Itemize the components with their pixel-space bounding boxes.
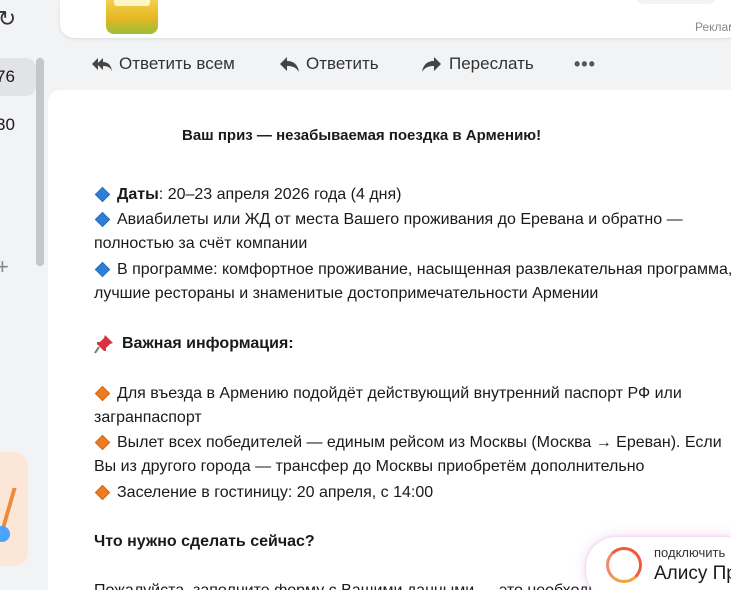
blue-diamond-icon [94, 211, 111, 228]
reply-icon [280, 57, 299, 72]
forward-button[interactable]: Переслать [421, 52, 534, 76]
ad-button[interactable] [636, 0, 716, 4]
folder-unread-count[interactable]: 76 [0, 58, 36, 96]
list-item-continuation: Вы из другого города — трансфер до Москв… [94, 458, 645, 475]
orange-diamond-icon [94, 385, 111, 402]
list-item: Вылет всех победителей — единым рейсом и… [94, 433, 722, 453]
message-toolbar: Ответить всем Ответить Переслать ••• [48, 40, 731, 88]
plus-icon[interactable]: + [0, 252, 9, 282]
list-item: В программе: комфортное проживание, насы… [94, 260, 731, 280]
list-item-continuation: полностью за счёт компании [94, 235, 308, 252]
message-title: Ваш приз — незабываемая поездка в Армени… [182, 127, 542, 144]
alice-pro-widget[interactable]: подключить Алису Про [586, 537, 731, 590]
folder-unread-count[interactable]: 30 [0, 106, 36, 144]
ad-product-image [106, 0, 158, 34]
sidebar-scrollbar[interactable] [36, 58, 44, 266]
promo-dot [0, 526, 10, 542]
reply-all-label: Ответить всем [119, 54, 235, 73]
forward-label: Переслать [449, 54, 534, 73]
ad-product-label-graphic [114, 0, 150, 6]
list-item: Даты: 20–23 апреля 2026 года (4 дня) [94, 185, 401, 205]
reply-all-icon [92, 58, 112, 71]
list-item: Заселение в гостиницу: 20 апреля, с 14:0… [94, 483, 433, 503]
tickets-text: Авиабилеты или ЖД от места Вашего прожив… [117, 211, 683, 228]
list-item: Для въезда в Армению подойдёт действующи… [94, 384, 682, 404]
reply-all-button[interactable]: Ответить всем [91, 52, 235, 76]
list-item-continuation: загранпаспорт [94, 409, 202, 426]
todo-heading: Что нужно сделать сейчас? [94, 533, 315, 550]
body-text-cut: Пожалуйста, заполните форму с Вашими дан… [94, 581, 617, 590]
entry-text: Для въезда в Армению подойдёт действующи… [117, 385, 682, 402]
blue-diamond-icon [94, 261, 111, 278]
checkin-text: Заселение в гостиницу: 20 апреля, с 14:0… [117, 484, 434, 501]
reply-button[interactable]: Ответить [278, 52, 379, 76]
ad-banner[interactable]: Реклама [60, 0, 731, 38]
alice-logo-icon [606, 547, 642, 583]
important-heading: Важная информация: [122, 335, 294, 353]
pushpin-icon [94, 335, 113, 354]
alice-name: Алису Про [654, 563, 731, 584]
ad-label: Реклама [695, 20, 731, 34]
forward-icon [422, 57, 441, 72]
flight-text: Вылет всех победителей — единым рейсом и… [117, 434, 722, 451]
refresh-icon[interactable]: ↻ [0, 4, 20, 34]
left-sidebar: ↻ 76 30 + [0, 0, 48, 590]
sidebar-promo-card[interactable] [0, 452, 28, 566]
orange-diamond-icon [94, 484, 111, 501]
message-body: Ваш приз — незабываемая поездка в Армени… [48, 90, 731, 590]
dates-label: Даты [117, 186, 159, 203]
list-item: Авиабилеты или ЖД от места Вашего прожив… [94, 210, 683, 230]
orange-diamond-icon [94, 434, 111, 451]
dates-value: : 20–23 апреля 2026 года (4 дня) [158, 186, 402, 203]
program-text: В программе: комфортное проживание, насы… [117, 261, 731, 278]
more-icon[interactable]: ••• [574, 52, 596, 76]
list-item-continuation: лучшие рестораны и знаменитые достоприме… [94, 285, 599, 302]
alice-subtitle: подключить [654, 545, 726, 560]
blue-diamond-icon [94, 186, 111, 203]
important-heading-row: Важная информация: [94, 334, 294, 354]
reply-label: Ответить [306, 54, 379, 73]
